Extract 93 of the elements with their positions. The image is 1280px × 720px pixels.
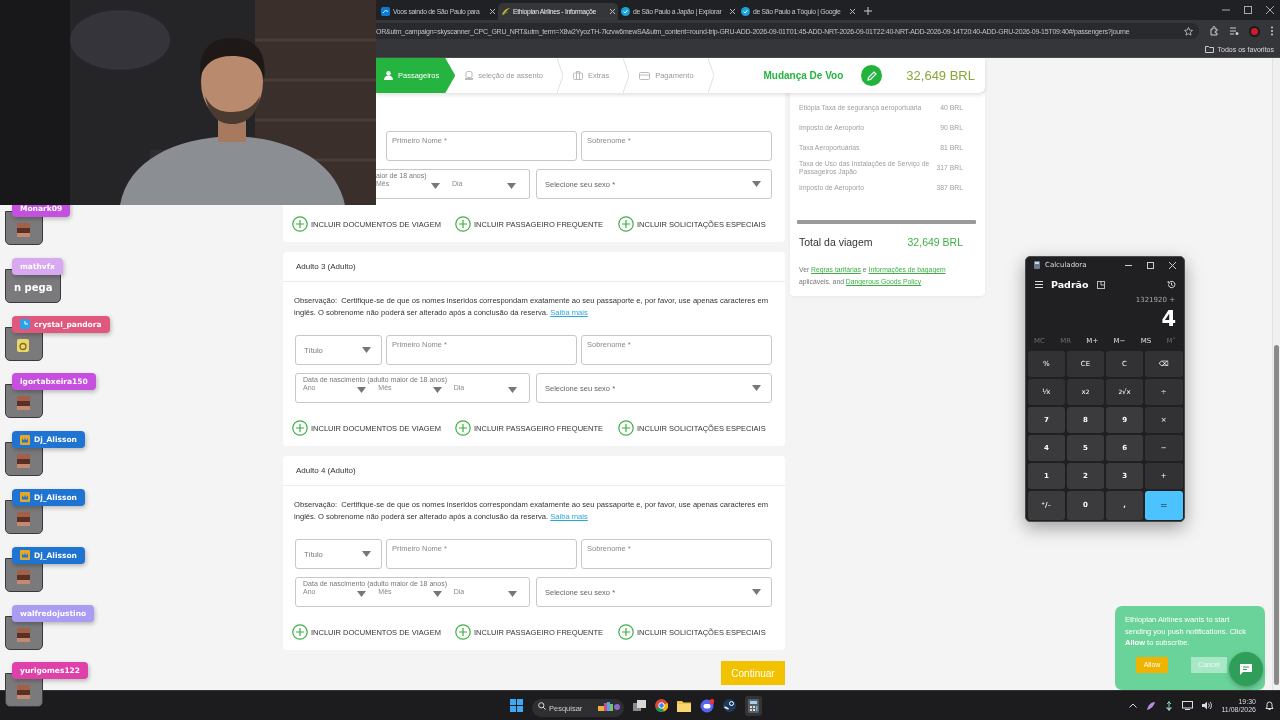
plus-circle-icon [455,420,471,436]
menu-icon[interactable] [1035,281,1043,288]
caret-icon [432,387,442,393]
profile-icon[interactable] [1249,25,1260,37]
close-icon[interactable] [610,9,615,14]
person-icon [384,71,393,80]
caret-icon [357,387,367,393]
caret-icon [752,181,761,187]
calculator-icon[interactable] [745,695,762,716]
menu-icon[interactable] [1270,26,1274,36]
site-icon [621,7,630,16]
folder-icon[interactable] [677,699,691,712]
chat-message: n pega [14,282,53,294]
chat-app-icon[interactable] [700,698,714,713]
close-icon[interactable] [730,9,735,14]
close-icon[interactable] [850,9,855,14]
sticker-icon [17,339,29,353]
close-icon[interactable] [1169,261,1176,269]
feather-icon[interactable] [1146,700,1157,711]
task-view-icon[interactable] [633,699,646,712]
mode-title: Padrão [1051,279,1089,290]
extensions-icon[interactable] [1209,26,1219,36]
caret-icon [362,347,371,353]
keep-on-top-icon[interactable] [1096,280,1105,289]
speaker-icon[interactable] [1202,701,1213,710]
equals-key[interactable]: = [1144,490,1183,520]
site-icon [741,7,750,16]
close-icon[interactable] [490,9,495,14]
plus-circle-icon [292,216,308,232]
history-icon[interactable] [1167,280,1176,289]
chevron-divider-icon [623,58,630,93]
app-icon[interactable] [723,699,736,712]
plus-circle-icon [455,624,471,640]
plus-circle-icon [292,420,308,436]
emote-icon [17,512,30,526]
close-icon[interactable] [1266,6,1274,14]
emote-icon [17,396,30,411]
chat-bubble-icon [1240,663,1252,675]
caret-icon [508,591,517,597]
caret-icon [508,387,517,393]
crown-icon [20,550,30,561]
monitor-icon[interactable] [1182,701,1194,710]
emote-icon [17,223,30,237]
emote-icon [17,569,30,584]
site-icon [381,7,390,16]
windows-icon[interactable] [510,699,523,712]
calc-display: 4 [1160,306,1177,332]
airline-logo-icon [501,7,510,16]
passenger-heading: Adulto 4 (Adulto) [296,466,356,475]
chevron-divider-icon [707,58,714,93]
crown-icon [20,492,30,503]
total-label: Total da viagem [799,236,873,248]
chat-button[interactable] [1229,652,1263,686]
plus-circle-icon [618,420,634,436]
maximize-icon[interactable] [1244,6,1252,14]
luggage-icon [572,71,583,80]
caret-icon [752,589,761,595]
star-icon[interactable] [1184,26,1193,36]
caret-icon [752,385,761,391]
emote-icon [17,627,30,642]
emote-icon [17,454,30,469]
browser-icon[interactable] [655,699,668,712]
caret-icon [357,591,367,597]
plus-circle-icon [455,216,471,232]
edit-button[interactable] [861,65,883,86]
bell-icon[interactable] [1265,700,1274,711]
calculator-icon [1034,261,1040,269]
caret-icon [432,591,442,597]
plus-circle-icon [618,216,634,232]
passenger-heading: Adulto 3 (Adulto) [296,262,356,271]
crown-icon [20,434,30,445]
books-icon [598,699,620,712]
seat-icon [465,70,474,81]
chevron-up-icon[interactable] [1129,703,1138,708]
search-icon [538,701,546,710]
media-icon[interactable] [1229,26,1239,36]
folder-icon [1204,46,1214,53]
caret-icon [431,183,440,189]
plus-circle-icon [292,624,308,640]
total-amount: 32,649 BRL [907,236,963,248]
chevron-divider-icon [556,58,563,93]
change-flight-label: Mudança De Voo [763,70,844,81]
emote-icon [17,685,30,700]
badge-icon [20,319,30,330]
caret-icon [507,183,516,189]
usb-icon[interactable] [1165,700,1174,711]
credit-card-icon [639,71,651,80]
pencil-icon [866,70,877,81]
total-price: 32,649 BRL [906,68,975,83]
maximize-icon[interactable] [1147,261,1154,269]
new-tab-icon[interactable] [864,7,872,15]
caret-icon [362,551,371,557]
plus-circle-icon [618,624,634,640]
